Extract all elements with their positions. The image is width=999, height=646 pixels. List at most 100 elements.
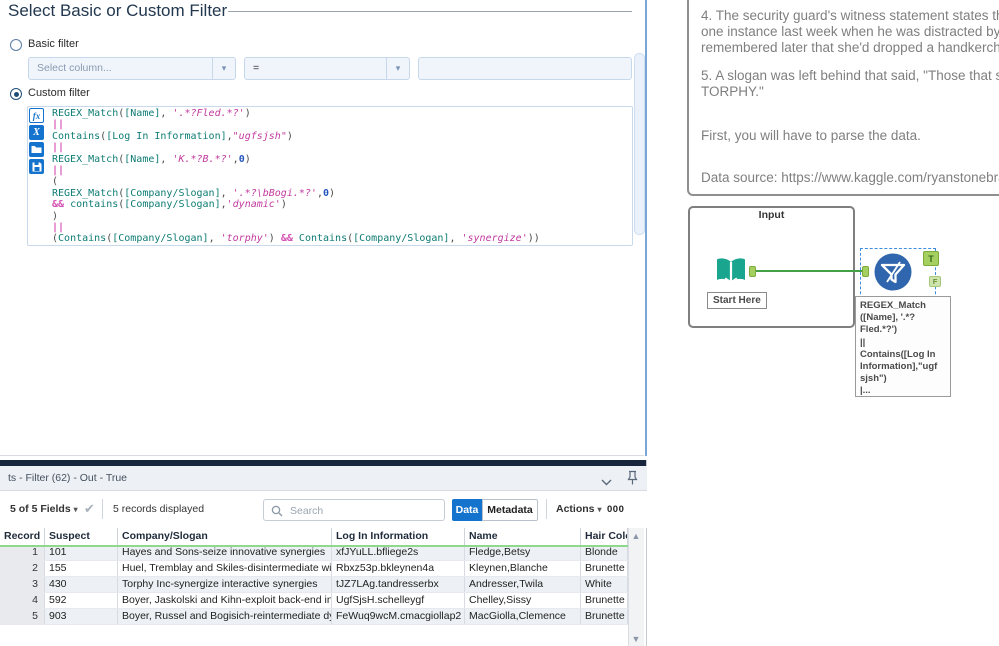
table-cell[interactable]: Brunette	[581, 609, 628, 624]
grid-vertical-scrollbar[interactable]	[628, 528, 644, 646]
table-cell[interactable]: 903	[45, 609, 118, 624]
false-output-anchor[interactable]: F	[929, 276, 941, 287]
comment-box[interactable]: 4. The security guard's witness statemen…	[687, 0, 999, 196]
custom-filter-radio[interactable]	[10, 88, 22, 100]
table-cell[interactable]: Hayes and Sons-seize innovative synergie…	[118, 545, 332, 560]
grid-body: 1 101 Hayes and Sons-seize innovative syne…	[0, 545, 628, 625]
record-number-cell[interactable]: 4	[0, 593, 45, 608]
expression-line: Contains([Log In Information],"ugfsjsh")	[52, 130, 293, 142]
table-cell[interactable]: White	[581, 577, 628, 592]
chevron-down-icon[interactable]: ▾	[212, 58, 235, 79]
table-cell[interactable]: xfJYuLL.bfliege2s	[332, 545, 465, 560]
table-row[interactable]: 1 101 Hayes and Sons-seize innovative syne…	[0, 545, 628, 561]
scroll-up-arrow[interactable]: ▲	[631, 531, 641, 541]
expression-line: (Contains([Company/Slogan], 'torphy') &&…	[52, 233, 540, 245]
table-cell[interactable]: Boyer, Jaskolski and Kihn-exploit back-e…	[118, 593, 332, 608]
toolbar-separator	[546, 499, 547, 519]
table-row[interactable]: 3 430 Torphy Inc-synergize interactive syn…	[0, 577, 628, 593]
config-panel-title: Select Basic or Custom Filter	[8, 1, 228, 20]
number-format-toggle[interactable]: 000	[607, 504, 624, 515]
table-cell[interactable]: Huel, Tremblay and Skiles-disintermediat…	[118, 561, 332, 576]
variables-x-icon[interactable]: X	[29, 125, 44, 140]
comment-paragraph: Data source: https://www.kaggle.com/ryan…	[701, 170, 999, 185]
grid-header-row: Record Suspect Company/Slogan Log In Inform…	[0, 528, 628, 545]
metadata-tab-button[interactable]: Metadata	[482, 499, 538, 521]
expression-line: REGEX_Match([Name], 'K.*?B.*?',0)	[52, 153, 251, 165]
container-label: Input	[758, 209, 785, 221]
column-select-dropdown[interactable]: Select column... ▾	[28, 57, 236, 80]
table-cell[interactable]: 592	[45, 593, 118, 608]
filter-tool-icon[interactable]	[874, 253, 912, 296]
column-header[interactable]: Hair Colo	[581, 528, 628, 545]
record-number-cell[interactable]: 5	[0, 609, 45, 624]
column-header[interactable]: Log In Information	[332, 528, 465, 545]
table-cell[interactable]: MacGiolla,Clemence	[465, 609, 581, 624]
table-cell[interactable]: Fledge,Betsy	[465, 545, 581, 560]
table-cell[interactable]: 155	[45, 561, 118, 576]
operator-dropdown[interactable]: = ▾	[244, 57, 410, 80]
comment-paragraph: 4. The security guard's witness statemen…	[701, 8, 999, 55]
output-anchor[interactable]	[749, 266, 756, 277]
table-cell[interactable]: 430	[45, 577, 118, 592]
panel-splitter[interactable]	[645, 0, 647, 456]
record-number-cell[interactable]: 1	[0, 545, 45, 560]
chevron-down-icon[interactable]: ▾	[386, 58, 409, 79]
column-select-placeholder: Select column...	[37, 62, 112, 74]
table-cell[interactable]: tJZ7LAg.tandresserbx	[332, 577, 465, 592]
table-cell[interactable]: Brunette	[581, 593, 628, 608]
table-cell[interactable]: Boyer, Russel and Bogisich-reintermediat…	[118, 609, 332, 624]
table-row[interactable]: 2 155 Huel, Tremblay and Skiles-disinterme…	[0, 561, 628, 577]
functions-fx-icon[interactable]: fx	[29, 108, 44, 123]
apply-check-icon[interactable]: ✔	[84, 501, 95, 517]
search-box[interactable]	[263, 499, 445, 521]
results-grid: Record Suspect Company/Slogan Log In Inform…	[0, 528, 628, 625]
table-cell[interactable]: Andresser,Twila	[465, 577, 581, 592]
filter-tool-annotation[interactable]: REGEX_Match ([Name], '.*? Fled.*?') || Conta…	[855, 296, 951, 397]
filter-value-field[interactable]	[418, 57, 632, 80]
table-row[interactable]: 5 903 Boyer, Russel and Bogisich-reinterme…	[0, 609, 628, 625]
pin-icon[interactable]	[626, 470, 639, 491]
open-folder-icon[interactable]	[29, 142, 44, 157]
table-cell[interactable]: Torphy Inc-synergize interactive synergi…	[118, 577, 332, 592]
actions-dropdown[interactable]: Actions ▾	[556, 503, 601, 515]
table-cell[interactable]: Blonde	[581, 545, 628, 560]
data-tab-button[interactable]: Data	[452, 499, 482, 521]
expression-line: && contains([Company/Slogan],'dynamic')	[52, 199, 287, 211]
save-icon[interactable]	[29, 159, 44, 174]
record-number-cell[interactable]: 2	[0, 561, 45, 576]
table-cell[interactable]: Chelley,Sissy	[465, 593, 581, 608]
table-row[interactable]: 4 592 Boyer, Jaskolski and Kihn-exploit ba…	[0, 593, 628, 609]
scroll-down-arrow[interactable]: ▼	[631, 634, 641, 644]
config-scrollbar-thumb[interactable]	[634, 53, 645, 235]
connection-wire[interactable]	[756, 270, 864, 272]
start-here-annotation[interactable]: Start Here	[707, 292, 767, 309]
column-header[interactable]: Name	[465, 528, 581, 545]
table-cell[interactable]: 101	[45, 545, 118, 560]
record-number-cell[interactable]: 3	[0, 577, 45, 592]
results-title: ts - Filter (62) - Out - True	[8, 472, 128, 484]
expression-line: )	[52, 210, 59, 222]
fields-dropdown[interactable]: 5 of 5 Fields ▾	[10, 503, 78, 515]
column-header[interactable]: Company/Slogan	[118, 528, 332, 545]
text-input-tool-icon[interactable]	[714, 256, 748, 292]
caret-down-icon: ▾	[597, 505, 602, 514]
expression-line: (	[52, 176, 59, 188]
table-cell[interactable]: UgfSjsH.schelleygf	[332, 593, 465, 608]
table-cell[interactable]: FeWuq9wcM.cmacgiollap2	[332, 609, 465, 624]
search-input[interactable]	[288, 501, 442, 521]
true-output-anchor[interactable]: T	[923, 251, 939, 266]
search-icon	[271, 505, 283, 517]
expression-line: ||	[52, 222, 65, 234]
filter-input-anchor[interactable]	[862, 266, 869, 277]
table-cell[interactable]: Rbxz53p.bkleynen4a	[332, 561, 465, 576]
column-header[interactable]: Record	[0, 528, 45, 545]
column-header[interactable]: Suspect	[45, 528, 118, 545]
basic-filter-radio[interactable]	[10, 39, 22, 51]
collapse-chevron-icon[interactable]	[601, 473, 612, 491]
table-cell[interactable]: Brunette	[581, 561, 628, 576]
table-cell[interactable]: Kleynen,Blanche	[465, 561, 581, 576]
expression-code[interactable]: REGEX_Match([Name], '.*?Fled.*?') || Conta…	[52, 108, 627, 245]
toolbar-separator	[102, 499, 103, 519]
title-rule-line	[228, 11, 632, 12]
expression-line: REGEX_Match([Name], '.*?Fled.*?')	[52, 108, 251, 119]
